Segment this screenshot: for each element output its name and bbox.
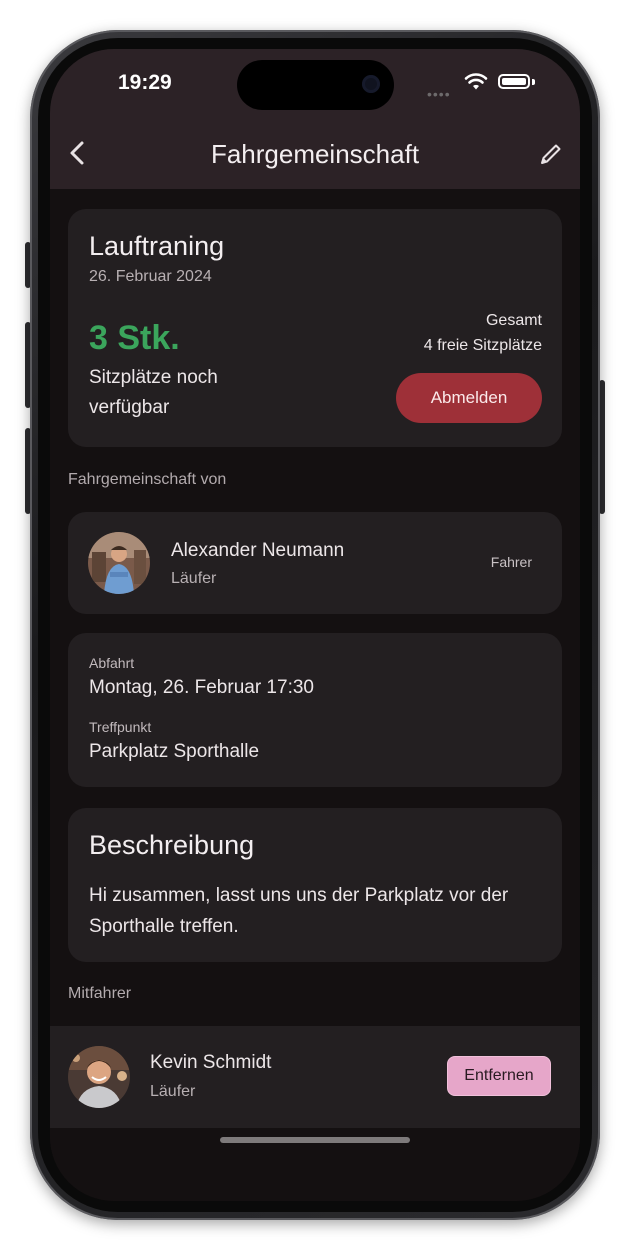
seats-available-count: 3 Stk. xyxy=(89,319,180,357)
passenger-row[interactable]: Kevin Schmidt Läufer Entfernen xyxy=(50,1026,580,1128)
passenger-role: Läufer xyxy=(150,1083,196,1100)
meeting-point-label: Treffpunkt xyxy=(89,719,152,735)
driver-name: Alexander Neumann xyxy=(171,540,345,561)
seats-available-label: Sitzplätze noch verfügbar xyxy=(89,367,218,418)
driver-card[interactable]: Alexander Neumann Läufer Fahrer xyxy=(68,512,562,614)
remove-passenger-button[interactable]: Entfernen xyxy=(447,1056,551,1096)
description-text: Hi zusammen, lasst uns uns der Parkplatz… xyxy=(89,885,509,937)
top-bar: 19:29 •••• Fahrgemeinschaft xyxy=(50,49,580,189)
departure-value: Montag, 26. Februar 17:30 xyxy=(89,677,314,698)
event-summary-card: Lauftraning 26. Februar 2024 3 Stk. Sitz… xyxy=(68,209,562,447)
meeting-point-value: Parkplatz Sporthalle xyxy=(89,741,260,762)
driver-role: Läufer xyxy=(171,570,217,587)
passenger-avatar xyxy=(68,1046,130,1108)
driver-section-label: Fahrgemeinschaft von xyxy=(68,471,227,488)
driver-avatar xyxy=(88,532,150,594)
passengers-section-label: Mitfahrer xyxy=(68,985,132,1002)
home-indicator[interactable] xyxy=(220,1137,410,1143)
camera-icon xyxy=(362,75,380,93)
battery-icon xyxy=(498,74,530,89)
departure-card: Abfahrt Montag, 26. Februar 17:30 Treffp… xyxy=(68,633,562,787)
driver-badge: Fahrer xyxy=(490,554,532,570)
total-seats-value: 4 freie Sitzplätze xyxy=(423,337,542,354)
signal-icon: •••• xyxy=(427,86,451,102)
content-area: Lauftraning 26. Februar 2024 3 Stk. Sitz… xyxy=(50,189,580,1201)
pencil-icon[interactable] xyxy=(538,141,564,167)
unsubscribe-button[interactable]: Abmelden xyxy=(396,373,542,423)
page-title: Fahrgemeinschaft xyxy=(210,139,420,169)
event-date: 26. Februar 2024 xyxy=(89,268,212,285)
status-time: 19:29 xyxy=(118,71,172,94)
event-title: Lauftraning xyxy=(89,231,225,261)
battery-tip xyxy=(532,79,535,85)
description-card: Beschreibung Hi zusammen, lasst uns uns … xyxy=(68,808,562,962)
passenger-name: Kevin Schmidt xyxy=(150,1052,272,1073)
app-screen: 19:29 •••• Fahrgemeinschaft Lauftraning … xyxy=(50,49,580,1201)
description-title: Beschreibung xyxy=(89,830,255,860)
departure-label: Abfahrt xyxy=(89,655,135,671)
wifi-icon xyxy=(464,73,488,90)
total-label: Gesamt xyxy=(485,312,542,329)
